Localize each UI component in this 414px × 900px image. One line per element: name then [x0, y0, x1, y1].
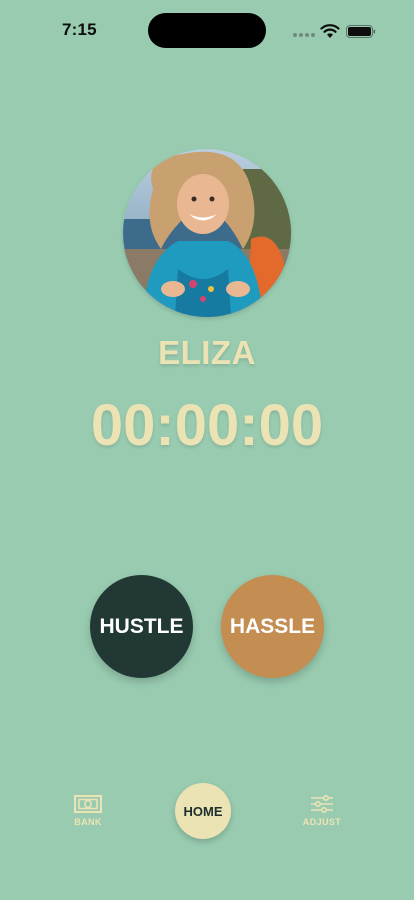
timer-display: 00:00:00 [90, 393, 324, 458]
status-bar: 7:15 [0, 0, 414, 60]
hassle-button[interactable]: HASSLE [221, 575, 324, 678]
tab-bank[interactable]: BANK [63, 795, 113, 827]
tab-adjust-label: ADJUST [302, 817, 342, 827]
battery-icon [346, 25, 376, 38]
signal-icon [293, 33, 315, 37]
profile-name: ELIZA [158, 334, 256, 371]
cash-icon [74, 795, 102, 813]
tab-bank-label: BANK [74, 817, 102, 827]
sliders-icon [311, 795, 333, 813]
hustle-button[interactable]: HUSTLE [90, 575, 193, 678]
tab-adjust[interactable]: ADJUST [297, 795, 347, 827]
avatar[interactable] [123, 149, 291, 317]
wifi-icon [320, 24, 340, 38]
status-time: 7:15 [62, 20, 97, 39]
home-button[interactable]: HOME [175, 783, 231, 839]
dynamic-island [148, 13, 266, 48]
